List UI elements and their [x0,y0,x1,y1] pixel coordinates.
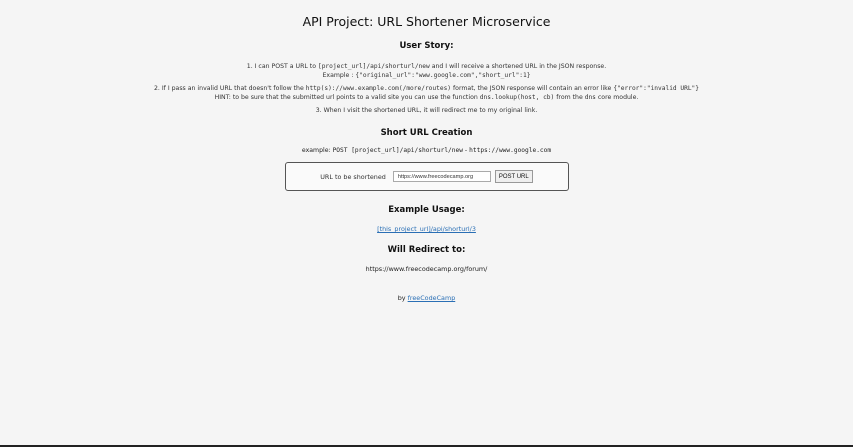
freecodecamp-link[interactable]: freeCodeCamp [408,294,456,302]
url-input[interactable] [392,171,491,182]
story-2-hint: HINT: to be sure that the submitted url … [214,94,480,101]
story-1-example-label: Example : [322,72,356,79]
user-story-heading: User Story: [399,41,454,51]
story-2-format-code: http(s)://www.example.com(/more/routes) [305,85,452,92]
user-story-item-1: 1. I can POST a URL to [project_url]/api… [0,62,853,80]
footer-by-text: by [397,294,408,302]
user-story-item-2: 2. If I pass an invalid URL that doesn't… [0,84,853,102]
creation-example: example: POST [project_url]/api/shorturl… [0,147,853,154]
creation-example-label: example: [301,147,333,154]
page-container: API Project: URL Shortener Microservice … [0,0,853,445]
creation-example-code: POST [project_url]/api/shorturl/new [332,147,463,154]
story-2-hint-end: core module. [595,94,639,101]
story-1-example-code: {"original_url":"www.google.com","short_… [355,72,531,79]
creation-example-url: https://www.google.com [469,147,552,154]
story-2-hint-code: dns.lookup(host, cb) [479,94,555,101]
url-input-label: URL to be shortened [320,172,386,181]
user-story-list: 1. I can POST a URL to [project_url]/api… [0,62,853,115]
short-url-creation-heading: Short URL Creation [380,128,473,138]
story-2-error-code: {"error":"invalid URL"} [613,85,699,92]
user-story-item-3: 3. When I visit the shortened URL, it wi… [315,107,538,114]
post-url-button[interactable]: POST URL [494,170,533,183]
story-2-text-mid: format, the JSON response will contain a… [451,85,614,92]
story-2-hint-code-dns: dns [584,94,596,101]
example-usage-link[interactable]: [this_project_url]/api/shorturl/3 [377,225,476,233]
story-1-endpoint-code: [project_url]/api/shorturl/new [317,63,430,70]
footer: by freeCodeCamp [0,294,853,302]
story-2-text: 2. If I pass an invalid URL that doesn't… [153,85,306,92]
will-redirect-heading: Will Redirect to: [387,245,466,255]
story-1-text-end: and I will receive a shortened URL in th… [429,63,607,70]
example-usage-heading: Example Usage: [388,205,465,215]
story-1-text: 1. I can POST a URL to [246,63,318,70]
redirect-url-text: https://www.freecodecamp.org/forum/ [365,265,488,273]
page-title: API Project: URL Shortener Microservice [302,14,551,29]
story-2-hint-mid: from the [554,94,585,101]
shorten-url-form: URL to be shortened POST URL [284,162,569,191]
